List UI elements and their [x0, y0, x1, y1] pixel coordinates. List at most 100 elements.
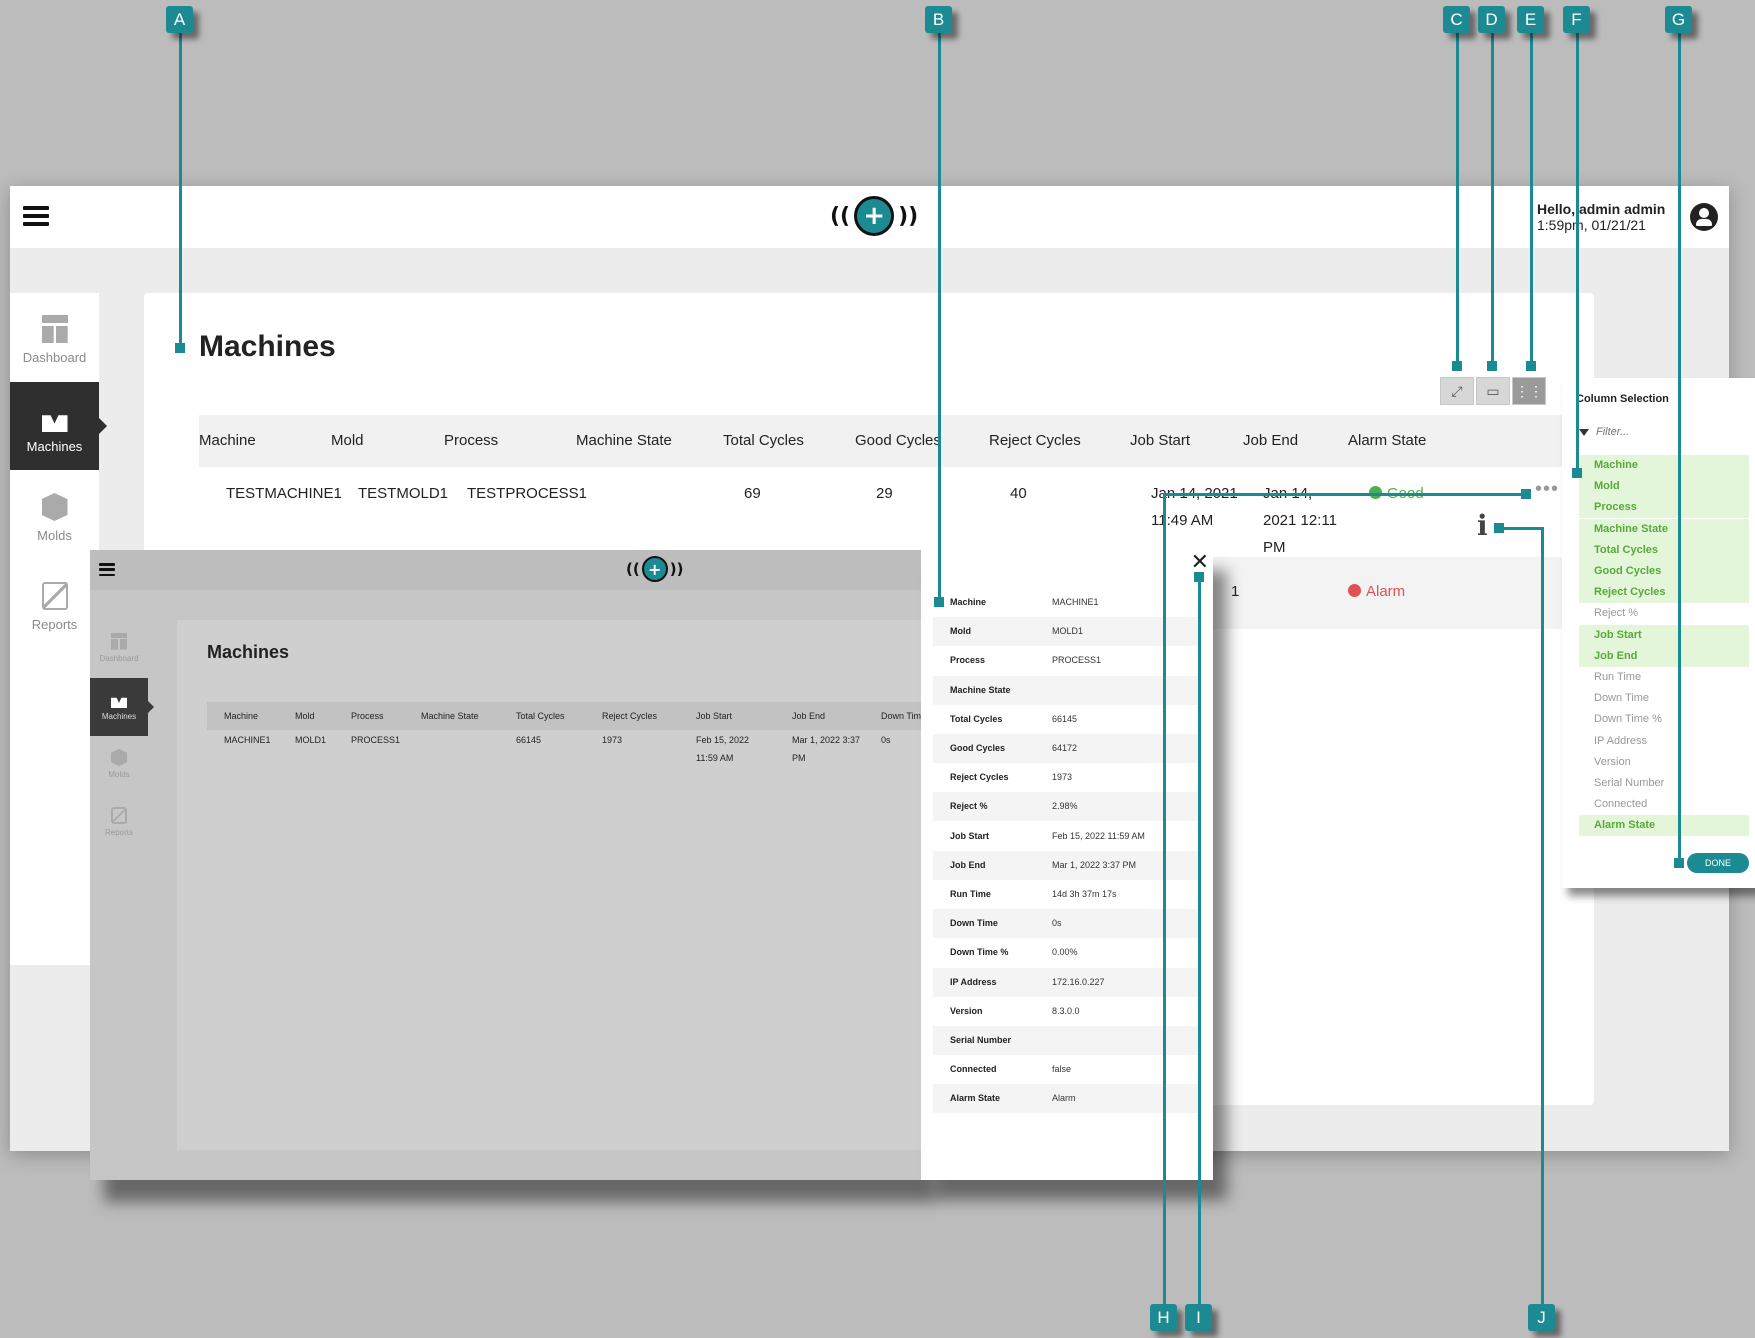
column-header-down-time[interactable]: Down Tim — [881, 711, 921, 721]
cell-mold: MOLD1 — [295, 735, 327, 745]
detail-row: Run Time 14d 3h 37m 17s — [933, 880, 1201, 909]
column-header-mold[interactable]: Mold — [331, 432, 364, 449]
sidebar-item-molds[interactable]: Molds — [10, 471, 99, 559]
column-header-job-end[interactable]: Job End — [792, 711, 825, 721]
detail-value: 1973 — [1052, 772, 1073, 783]
info-icon[interactable]: i — [1477, 509, 1488, 542]
molds-icon — [41, 493, 68, 521]
hamburger-menu-icon[interactable] — [99, 563, 115, 576]
column-option[interactable]: IP Address — [1579, 731, 1749, 752]
callout-line-d — [1491, 30, 1494, 366]
cell-job-start-time: 11:49 AM — [1151, 512, 1214, 529]
cell-total-cycles: 69 — [744, 485, 761, 502]
column-option[interactable]: Machine State — [1579, 518, 1749, 540]
column-selection-button[interactable]: ⋮⋮ — [1512, 377, 1546, 405]
column-header-job-end[interactable]: Job End — [1243, 432, 1298, 449]
sidebar: Dashboard Machines Molds Reports — [10, 293, 107, 965]
sidebar-item-label: Machines — [26, 439, 83, 454]
detail-row: Process PROCESS1 — [933, 646, 1201, 675]
sidebar-item-dashboard[interactable]: Dashboard — [90, 620, 148, 678]
callout-line-i — [1198, 574, 1201, 1314]
inset-app-window: (( + )) Dashboard Machines Molds Reports… — [90, 550, 921, 1180]
column-selection-panel: Column Selection MachineMoldProcessMachi… — [1562, 378, 1755, 888]
column-header-job-start[interactable]: Job Start — [1130, 432, 1190, 449]
dashboard-icon — [41, 315, 68, 343]
column-option[interactable]: Version — [1579, 752, 1749, 773]
column-selection-icon: ⋮⋮ — [1515, 382, 1543, 399]
sidebar-item-dashboard[interactable]: Dashboard — [10, 293, 99, 381]
sidebar-item-molds[interactable]: Molds — [90, 736, 148, 794]
inset-table-header: Machine Mold Process Machine State Total… — [207, 702, 921, 730]
column-filter-input[interactable] — [1596, 422, 1736, 442]
detail-label: Version — [950, 1005, 983, 1016]
detail-value: 14d 3h 37m 17s — [1052, 889, 1117, 899]
inset-page-title: Machines — [207, 642, 290, 662]
table-row[interactable]: MACHINE1 MOLD1 PROCESS1 66145 1973 Feb 1… — [207, 731, 921, 781]
column-option[interactable]: Alarm State — [1579, 815, 1749, 837]
column-header-reject-cycles[interactable]: Reject Cycles — [602, 711, 657, 721]
column-header-total-cycles[interactable]: Total Cycles — [516, 711, 565, 721]
archive-button[interactable]: ▭ — [1476, 377, 1510, 405]
inset-top-bar: (( + )) — [90, 550, 921, 590]
sidebar-item-machines[interactable]: Machines — [10, 382, 107, 470]
dashboard-icon — [111, 633, 127, 650]
column-option[interactable]: Job Start — [1579, 624, 1749, 646]
app-logo[interactable]: (( + )) — [626, 556, 683, 582]
column-header-total-cycles[interactable]: Total Cycles — [723, 432, 804, 449]
column-header-process[interactable]: Process — [444, 432, 498, 449]
detail-label: Machine — [950, 597, 987, 607]
column-header-reject-cycles[interactable]: Reject Cycles — [989, 432, 1081, 449]
done-button[interactable]: DONE — [1687, 853, 1749, 873]
detail-value: 172.16.0.227 — [1052, 976, 1105, 987]
user-account-icon[interactable] — [1690, 203, 1718, 231]
sidebar-item-reports[interactable]: Reports — [90, 794, 148, 852]
column-header-process[interactable]: Process — [351, 711, 384, 721]
column-option[interactable]: Down Time — [1579, 688, 1749, 709]
sidebar-item-label: Dashboard — [99, 654, 139, 663]
column-option[interactable]: Serial Number — [1579, 773, 1749, 794]
callout-endpoint-j — [1494, 523, 1504, 533]
column-option[interactable]: Reject Cycles — [1579, 582, 1749, 604]
detail-label: Down Time % — [950, 947, 1009, 958]
app-logo[interactable]: (( + )) — [830, 196, 918, 236]
column-option[interactable]: Total Cycles — [1579, 539, 1749, 561]
callout-a: A — [166, 6, 193, 33]
expand-button[interactable]: ⤢ — [1440, 377, 1474, 405]
column-option[interactable]: Job End — [1579, 645, 1749, 667]
column-option[interactable]: Reject % — [1579, 603, 1749, 624]
column-header-alarm-state[interactable]: Alarm State — [1348, 432, 1426, 449]
column-header-job-start[interactable]: Job Start — [696, 711, 732, 721]
column-option[interactable]: Mold — [1579, 476, 1749, 498]
column-selection-title: Column Selection — [1576, 393, 1669, 405]
column-header-machine[interactable]: Machine — [224, 711, 258, 721]
sidebar-item-reports[interactable]: Reports — [10, 560, 99, 648]
cell-job-end-line2: PM — [792, 753, 806, 763]
callout-endpoint-a — [175, 343, 185, 353]
column-option[interactable]: Machine — [1579, 455, 1749, 476]
detail-row: Version 8.3.0.0 — [933, 997, 1201, 1026]
column-option[interactable]: Process — [1579, 497, 1749, 519]
detail-label: Serial Number — [950, 1035, 1012, 1045]
column-header-machine-state[interactable]: Machine State — [421, 711, 479, 721]
column-option[interactable]: Connected — [1579, 794, 1749, 815]
reports-icon — [111, 807, 127, 824]
column-header-mold[interactable]: Mold — [295, 711, 315, 721]
sidebar-item-machines[interactable]: Machines — [90, 678, 154, 736]
column-option[interactable]: Run Time — [1579, 667, 1749, 688]
column-header-machine[interactable]: Machine — [199, 432, 256, 449]
detail-row: Total Cycles 66145 — [933, 705, 1201, 734]
column-option[interactable]: Down Time % — [1579, 709, 1749, 730]
cell-job-end-line1: Mar 1, 2022 3:37 — [792, 735, 861, 745]
archive-icon: ▭ — [1486, 382, 1500, 399]
detail-row: Job Start Feb 15, 2022 11:59 AM — [933, 822, 1201, 851]
more-options-icon[interactable]: ••• — [1535, 478, 1559, 501]
expand-icon: ⤢ — [1451, 382, 1463, 399]
callout-line-j — [1541, 527, 1544, 1313]
column-option[interactable]: Good Cycles — [1579, 561, 1749, 582]
callout-line-h — [1163, 493, 1166, 1313]
detail-value: MACHINE1 — [1052, 597, 1099, 607]
hamburger-menu-icon[interactable] — [23, 206, 49, 226]
column-header-good-cycles[interactable]: Good Cycles — [855, 432, 941, 449]
column-header-machine-state[interactable]: Machine State — [576, 432, 672, 449]
table-header: Machine Mold Process Machine State Total… — [199, 415, 1594, 467]
